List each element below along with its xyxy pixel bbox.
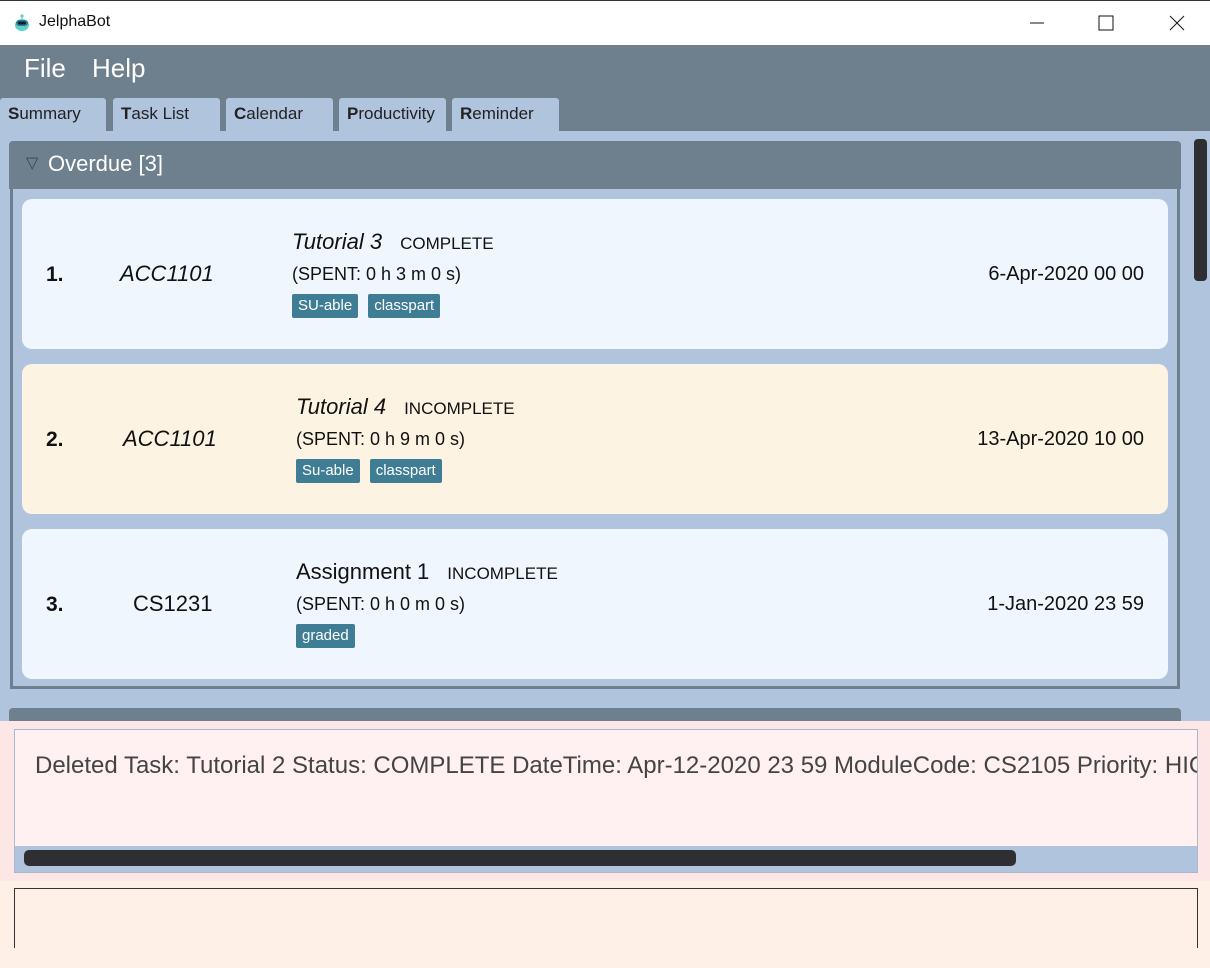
command-box-area [0,881,1210,968]
task-index: 1. [46,263,64,286]
task-module: CS1231 [133,591,213,616]
command-input[interactable] [14,888,1198,948]
task-module: ACC1101 [120,261,214,286]
close-button[interactable] [1147,1,1207,45]
task-card[interactable]: 3. CS1231 Assignment 1 INCOMPLETE (SPENT:… [22,529,1168,679]
tag-badge: classpart [369,459,442,483]
task-card[interactable]: 2. ACC1101 Tutorial 4 INCOMPLETE (SPENT: … [22,364,1168,514]
tab-summary[interactable]: Summary [0,98,106,131]
task-time-spent: (SPENT: 0 h 0 m 0 s) [296,594,466,614]
vertical-scrollbar[interactable] [1192,137,1210,720]
tab-label: alendar [246,104,303,123]
tab-label: eminder [472,104,534,123]
summary-panel: ▽ Overdue [3] 1. ACC1101 Tutorial 3 COMPL… [0,131,1210,721]
window-title: JelphaBot [39,13,111,30]
tag-badge: Su-able [296,459,360,483]
result-display-area: Deleted Task: Tutorial 2 Status: COMPLET… [0,721,1210,881]
next-section-header[interactable] [9,708,1181,721]
task-time-spent: (SPENT: 0 h 3 m 0 s) [292,264,462,284]
minimize-icon [1030,22,1044,24]
horizontal-scrollbar[interactable] [15,846,1197,872]
minimize-button[interactable] [1007,1,1067,45]
tab-mnemonic: P [347,104,359,123]
task-name-row: Assignment 1 INCOMPLETE [296,559,558,585]
task-card[interactable]: 1. ACC1101 Tutorial 3 COMPLETE (SPENT: 0 … [22,199,1168,349]
tab-label: ummary [19,104,81,123]
overdue-section-header[interactable]: ▽ Overdue [3] [9,141,1181,189]
task-tags: graded [296,624,355,648]
horizontal-scrollbar-thumb[interactable] [24,850,1016,866]
tab-mnemonic: R [460,104,473,123]
tab-reminder[interactable]: Reminder [452,98,559,131]
menu-help[interactable]: Help [92,53,145,84]
tag-badge: graded [296,624,355,648]
tab-mnemonic: T [121,104,132,123]
tab-productivity[interactable]: Productivity [339,98,446,131]
tab-mnemonic: S [8,104,20,123]
task-name-row: Tutorial 4 INCOMPLETE [296,394,515,420]
tab-label: roductivity [358,104,435,123]
task-name: Tutorial 4 [296,394,387,419]
tab-task-list[interactable]: Task List [113,98,220,131]
tab-bar: Summary Task List Calendar Productivity … [0,97,1210,131]
task-status: INCOMPLETE [447,564,558,583]
tab-mnemonic: C [234,104,247,123]
tab-calendar[interactable]: Calendar [226,98,333,131]
task-time-spent: (SPENT: 0 h 9 m 0 s) [296,429,466,449]
window-title-bar: JelphaBot [0,0,1210,45]
close-icon [1169,15,1185,31]
task-index: 2. [46,428,64,451]
maximize-icon [1098,15,1114,31]
task-datetime: 1-Jan-2020 23 59 [987,593,1144,615]
result-message: Deleted Task: Tutorial 2 Status: COMPLET… [35,752,1198,779]
task-status: COMPLETE [400,234,494,253]
task-datetime: 6-Apr-2020 00 00 [988,263,1144,285]
tab-label: ask List [131,104,190,123]
tag-badge: classpart [368,294,441,318]
vertical-scrollbar-thumb[interactable] [1194,139,1207,281]
tag-badge: SU-able [292,294,359,318]
menu-file[interactable]: File [24,53,66,84]
task-tags: SU-able classpart [292,294,441,318]
task-module: ACC1101 [123,426,217,451]
task-name: Tutorial 3 [292,229,383,254]
jelphabot-logo-icon [15,14,29,31]
result-display: Deleted Task: Tutorial 2 Status: COMPLET… [14,729,1198,873]
maximize-button[interactable] [1076,1,1136,45]
expand-arrow-icon[interactable]: ▽ [26,153,38,172]
menu-bar: File Help [0,45,1210,97]
task-index: 3. [46,593,64,616]
overdue-task-list: 1. ACC1101 Tutorial 3 COMPLETE (SPENT: 0 … [10,189,1180,689]
task-name-row: Tutorial 3 COMPLETE [292,229,494,255]
task-name: Assignment 1 [296,559,430,584]
task-status: INCOMPLETE [404,399,515,418]
section-title: Overdue [3] [48,151,163,176]
task-tags: Su-able classpart [296,459,442,483]
task-datetime: 13-Apr-2020 10 00 [977,428,1144,450]
